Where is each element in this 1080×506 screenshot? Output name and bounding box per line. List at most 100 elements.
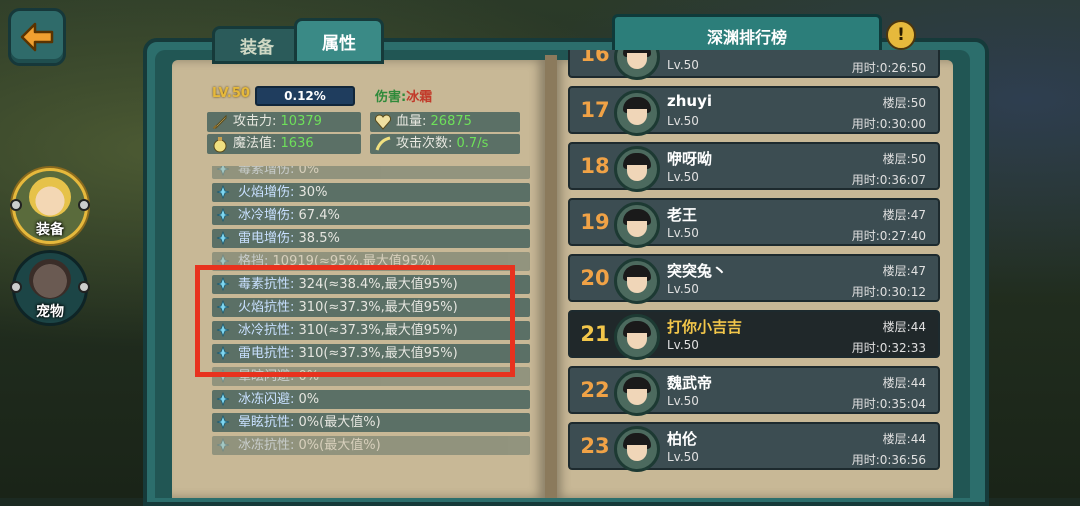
xp-percent: 0.12% xyxy=(284,89,326,103)
attribute-row: 火焰增伤: 30% xyxy=(212,183,530,202)
player-avatar xyxy=(614,426,660,472)
rank-number: 22 xyxy=(580,378,610,402)
leaderboard-row[interactable]: 17 zhuyi Lv.50 楼层:50 用时:0:30:00 xyxy=(568,86,940,136)
leaderboard-row[interactable]: 19 老王 Lv.50 楼层:47 用时:0:27:40 xyxy=(568,198,940,248)
leaderboard-row[interactable]: 20 突突兔丶 Lv.50 楼层:47 用时:0:30:12 xyxy=(568,254,940,304)
clear-time: 用时:0:36:56 xyxy=(851,453,926,467)
leaderboard-row[interactable]: 16 Lv.50 用时:0:26:50 xyxy=(568,50,940,80)
sword-icon xyxy=(212,114,227,130)
player-avatar xyxy=(614,202,660,248)
stat-hp: 血量: 26875 xyxy=(370,112,520,132)
attribute-text: 冰冷增伤: 67.4% xyxy=(238,206,340,225)
floor-reached: 楼层:44 xyxy=(882,320,926,334)
damage-type-value: 冰霜 xyxy=(406,90,433,105)
tab-attributes[interactable]: 属性 xyxy=(294,18,384,64)
attribute-value: 0%(最大值%) xyxy=(294,438,381,453)
chain-ring xyxy=(10,281,22,293)
clear-time: 用时:0:30:12 xyxy=(851,285,926,299)
side-tab-equip[interactable]: 装备 xyxy=(12,168,88,244)
rune-icon xyxy=(216,231,230,245)
player-level: Lv.50 xyxy=(667,170,699,184)
player-level: Lv.50 xyxy=(667,114,699,128)
player-avatar xyxy=(614,90,660,136)
attribute-text: 毒素增伤: 0% xyxy=(238,166,319,179)
attribute-value: 67.4% xyxy=(294,208,340,223)
player-level: Lv.50 xyxy=(667,282,699,296)
hp-value: 26875 xyxy=(430,114,472,129)
rank-number: 20 xyxy=(580,266,610,290)
player-avatar xyxy=(614,314,660,360)
rune-icon xyxy=(216,392,230,406)
rank-number: 18 xyxy=(580,154,610,178)
floor-reached: 楼层:44 xyxy=(882,432,926,446)
player-level: Lv.50 xyxy=(667,226,699,240)
player-avatar xyxy=(614,370,660,416)
attribute-value: 0%(最大值%) xyxy=(294,415,381,430)
player-level: Lv.50 xyxy=(667,338,699,352)
attribute-row: 毒素增伤: 0% xyxy=(212,166,530,179)
attribute-row: 冰冻抗性: 0%(最大值%) xyxy=(212,436,530,455)
clear-time: 用时:0:35:04 xyxy=(851,397,926,411)
attribute-name: 火焰增伤: xyxy=(238,185,295,200)
attribute-name: 冰冷增伤: xyxy=(238,208,295,223)
rune-icon xyxy=(216,185,230,199)
attribute-name: 晕眩抗性: xyxy=(238,415,295,430)
player-level: Lv.50 xyxy=(667,394,699,408)
player-name: 咿呀呦 xyxy=(667,150,713,168)
attribute-name: 冰冻闪避: xyxy=(238,392,295,407)
rank-number: 16 xyxy=(580,50,610,66)
leaderboard-row[interactable]: 21 打你小吉吉 Lv.50 楼层:44 用时:0:32:33 xyxy=(568,310,940,360)
leaderboard-row[interactable]: 18 咿呀呦 Lv.50 楼层:50 用时:0:36:07 xyxy=(568,142,940,192)
stat-mana: 魔法值: 1636 xyxy=(207,134,361,154)
attribute-name: 冰冻抗性: xyxy=(238,438,295,453)
highlight-box xyxy=(195,265,515,377)
tab-equip[interactable]: 装备 xyxy=(212,26,302,64)
attribute-name: 毒素增伤: xyxy=(238,166,295,177)
mana-label: 魔法值: xyxy=(233,136,277,151)
rune-icon xyxy=(216,166,230,176)
player-name: 打你小吉吉 xyxy=(667,318,743,336)
damage-label: 伤害: xyxy=(375,90,407,105)
back-button[interactable] xyxy=(8,8,66,66)
leaderboard-list[interactable]: 16 Lv.50 用时:0:26:50 17 zhuyi Lv.50 楼层:50 用时:0:3… xyxy=(560,50,946,498)
attribute-value: 30% xyxy=(294,185,328,200)
floor-reached: 楼层:47 xyxy=(882,264,926,278)
attribute-value: 0% xyxy=(294,166,320,177)
side-tab-pet[interactable]: 宠物 xyxy=(12,250,88,326)
floor-reached: 楼层:50 xyxy=(882,96,926,110)
attack-label: 攻击力: xyxy=(233,114,277,129)
level-label: LV.50 xyxy=(212,86,250,101)
rank-number: 21 xyxy=(580,322,610,346)
attribute-row: 冰冻闪避: 0% xyxy=(212,390,530,409)
floor-reached: 楼层:47 xyxy=(882,208,926,222)
clear-time: 用时:0:27:40 xyxy=(851,229,926,243)
rune-icon xyxy=(216,208,230,222)
player-avatar xyxy=(614,50,660,80)
leaderboard-row[interactable]: 23 柏伦 Lv.50 楼层:44 用时:0:36:56 xyxy=(568,422,940,472)
back-arrow-icon xyxy=(20,22,54,52)
rune-icon xyxy=(216,415,230,429)
leaderboard-row[interactable]: 22 魏武帝 Lv.50 楼层:44 用时:0:35:04 xyxy=(568,366,940,416)
player-avatar xyxy=(614,258,660,304)
rank-number: 19 xyxy=(580,210,610,234)
attribute-name: 雷电增伤: xyxy=(238,231,295,246)
player-level: Lv.50 xyxy=(667,58,699,72)
swing-icon xyxy=(375,136,391,151)
chain-ring xyxy=(78,199,90,211)
player-name: 老王 xyxy=(667,206,698,224)
clear-time: 用时:0:26:50 xyxy=(851,61,926,75)
heart-icon xyxy=(375,114,391,130)
attribute-text: 雷电增伤: 38.5% xyxy=(238,229,340,248)
attack-value: 10379 xyxy=(280,114,322,129)
clear-time: 用时:0:32:33 xyxy=(851,341,926,355)
info-button[interactable]: ! xyxy=(886,20,916,50)
side-tab-equip-label: 装备 xyxy=(36,222,64,238)
floor-reached: 楼层:44 xyxy=(882,376,926,390)
attribute-row: 冰冷增伤: 67.4% xyxy=(212,206,530,225)
rank-number: 17 xyxy=(580,98,610,122)
damage-type: 伤害:冰霜 xyxy=(375,86,432,105)
clear-time: 用时:0:30:00 xyxy=(851,117,926,131)
mana-value: 1636 xyxy=(280,136,314,151)
attribute-text: 晕眩抗性: 0%(最大值%) xyxy=(238,413,381,432)
attack-speed-value: 0.7/s xyxy=(456,136,489,151)
